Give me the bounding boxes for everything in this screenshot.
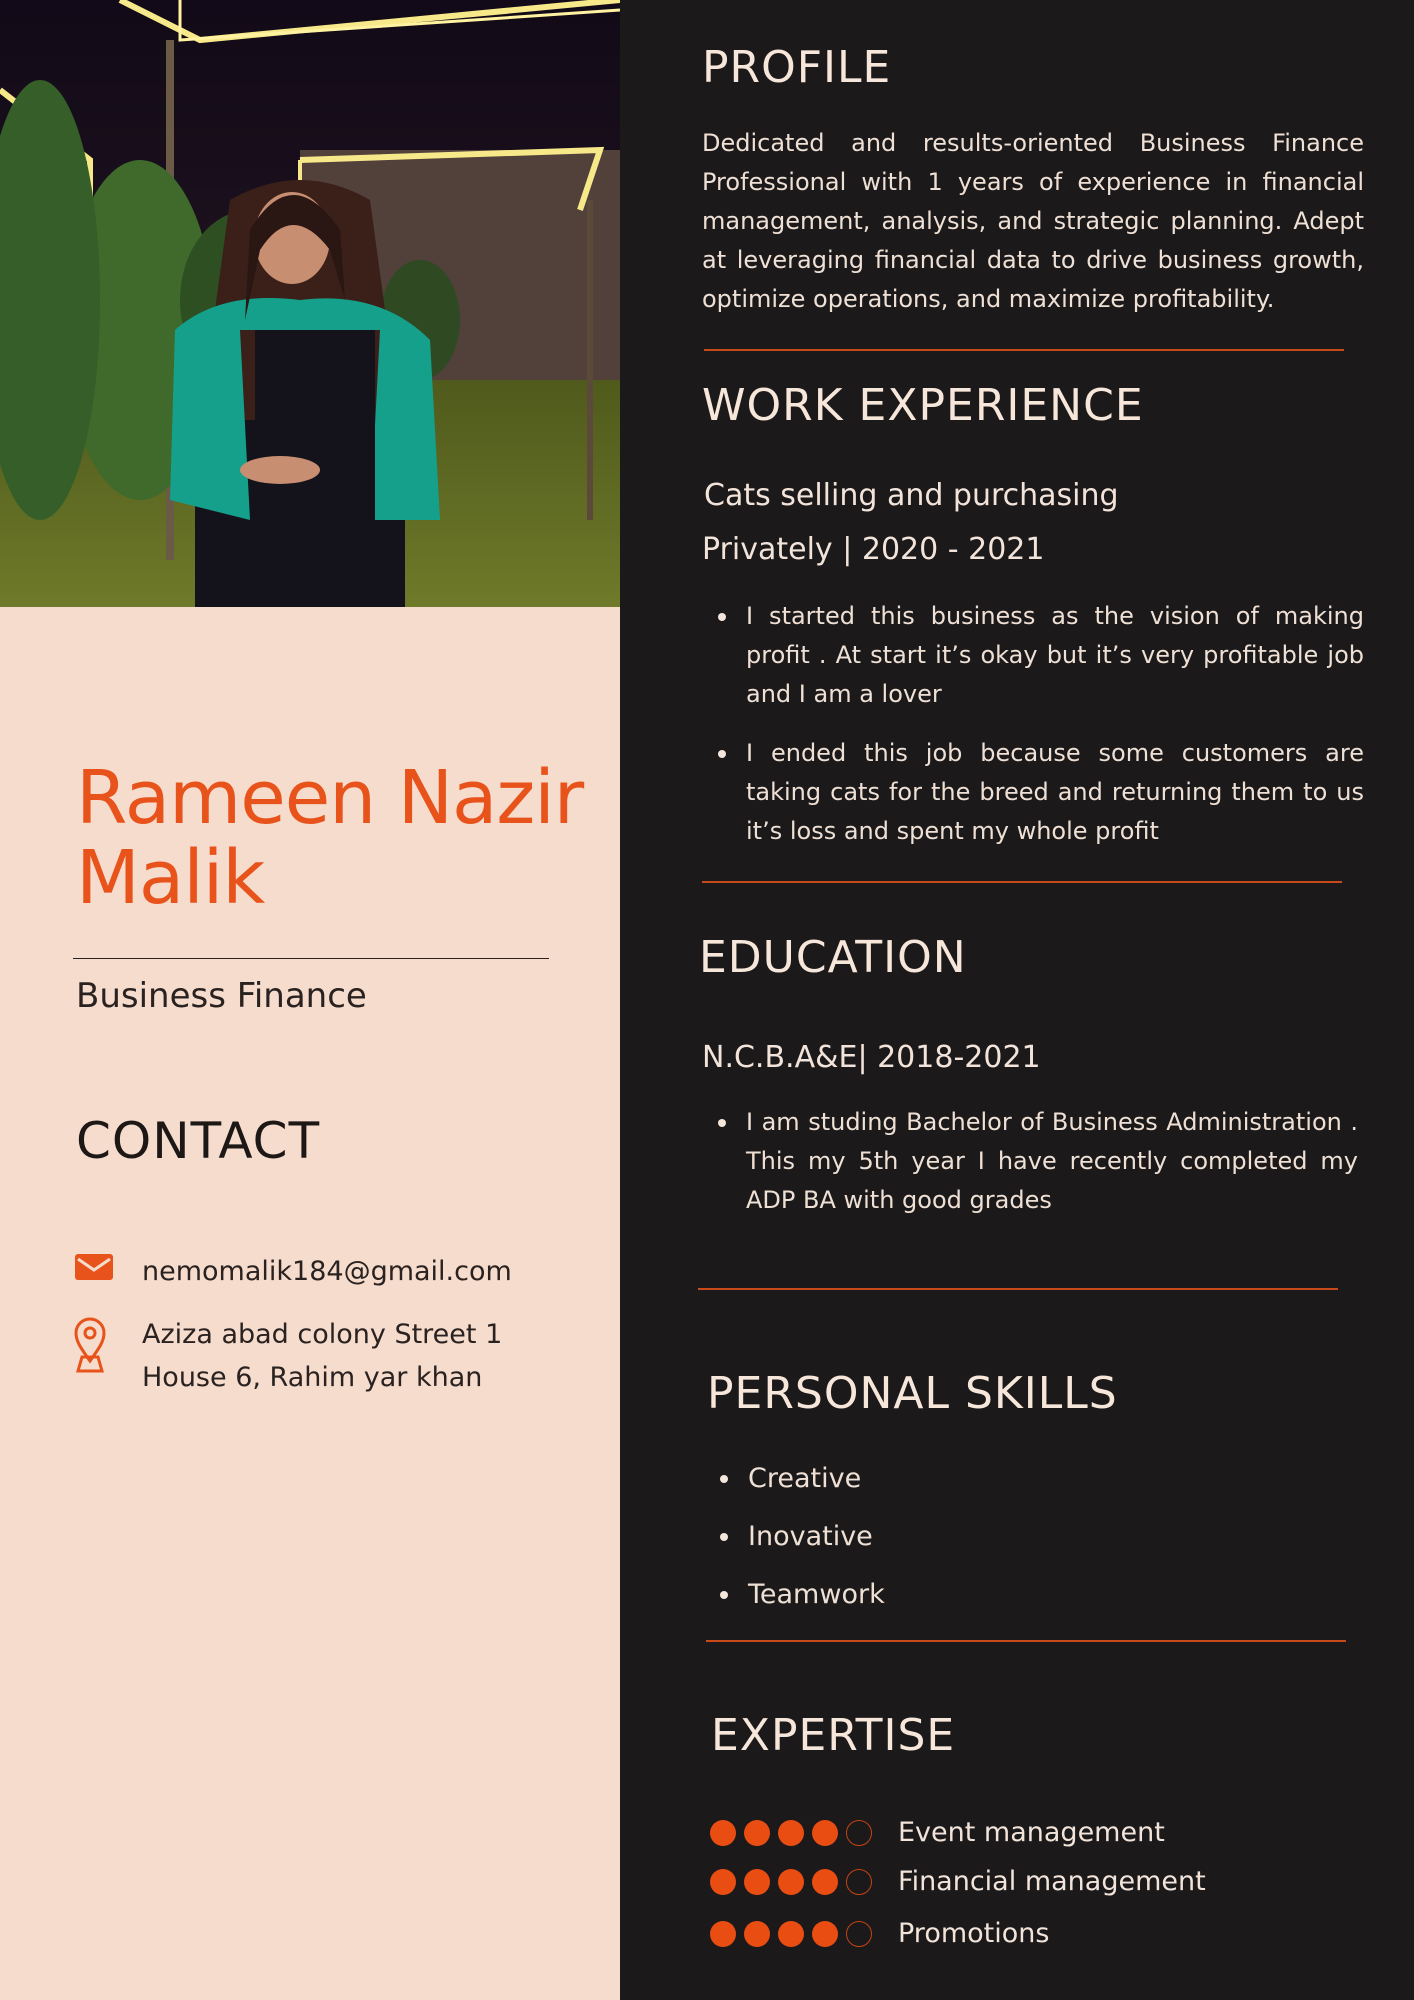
rating-dot-filled [812,1920,838,1947]
location-pin-icon [72,1313,116,1377]
address-line1: Aziza abad colony Street 1 [142,1319,503,1350]
rating-dot-empty [846,1920,872,1947]
skill-item: Inovative [718,1508,1118,1566]
expertise-heading: EXPERTISE [711,1710,956,1761]
skill-item: Creative [718,1450,1118,1508]
education-heading: EDUCATION [699,932,967,983]
rating-dot-filled [778,1868,804,1895]
rating-dot-filled [744,1920,770,1947]
work-meta: Privately | 2020 - 2021 [702,532,1045,567]
envelope-icon [72,1250,116,1288]
expertise-item: Event management [710,1817,1165,1848]
rating-dot-filled [710,1920,736,1947]
skill-item: Teamwork [718,1566,1118,1624]
expertise-label: Event management [898,1817,1165,1848]
rating-dot-filled [710,1819,736,1846]
rating-dot-filled [812,1819,838,1846]
expertise-item: Promotions [710,1918,1049,1949]
job-title: Business Finance [76,976,367,1016]
contact-heading: CONTACT [76,1112,321,1170]
expertise-label: Promotions [898,1918,1050,1949]
education-bullets: I am studing Bachelor of Business Admini… [716,1103,1358,1220]
rating-dot-empty [846,1819,872,1846]
work-heading: WORK EXPERIENCE [702,380,1144,431]
rating-dot-filled [744,1819,770,1846]
rating-dots [710,1819,880,1846]
skills-divider [706,1640,1346,1642]
name-divider [73,958,549,959]
address-line2: House 6, Rahim yar khan [142,1362,483,1393]
rating-dot-filled [710,1868,736,1895]
contact-email[interactable]: nemomalik184@gmail.com [142,1250,512,1293]
contact-address: Aziza abad colony Street 1 House 6, Rahi… [142,1313,502,1399]
skills-list: Creative Inovative Teamwork [718,1450,1118,1624]
rating-dot-filled [778,1920,804,1947]
person-name-line2: Malik [76,835,265,921]
work-bullet: I ended this job because some customers … [716,734,1364,851]
education-divider [698,1288,1338,1290]
education-bullet: I am studing Bachelor of Business Admini… [716,1103,1358,1220]
rating-dots [710,1868,880,1895]
work-role: Cats selling and purchasing [704,478,1119,513]
work-bullets: I started this business as the vision of… [716,597,1364,851]
contact-address-row: Aziza abad colony Street 1 House 6, Rahi… [72,1313,502,1399]
expertise-item: Financial management [710,1866,1206,1897]
profile-photo [0,0,620,607]
skills-heading: PERSONAL SKILLS [707,1368,1118,1419]
work-bullet: I started this business as the vision of… [716,597,1364,714]
right-column: PROFILE Dedicated and results-oriented B… [620,0,1414,2000]
profile-text: Dedicated and results-oriented Business … [702,129,1364,313]
expertise-label: Financial management [898,1866,1206,1897]
education-school: N.C.B.A&E| 2018-2021 [702,1040,1041,1075]
rating-dot-filled [812,1868,838,1895]
profile-divider [704,349,1344,351]
rating-dot-empty [846,1868,872,1895]
rating-dots [710,1920,880,1947]
profile-heading: PROFILE [702,42,892,93]
person-name: Rameen Nazir Malik [76,758,606,918]
contact-email-row: nemomalik184@gmail.com [72,1250,512,1293]
person-name-line1: Rameen Nazir [76,755,584,841]
rating-dot-filled [744,1868,770,1895]
work-divider [702,881,1342,883]
left-column: Rameen Nazir Malik Business Finance CONT… [0,0,620,2000]
rating-dot-filled [778,1819,804,1846]
